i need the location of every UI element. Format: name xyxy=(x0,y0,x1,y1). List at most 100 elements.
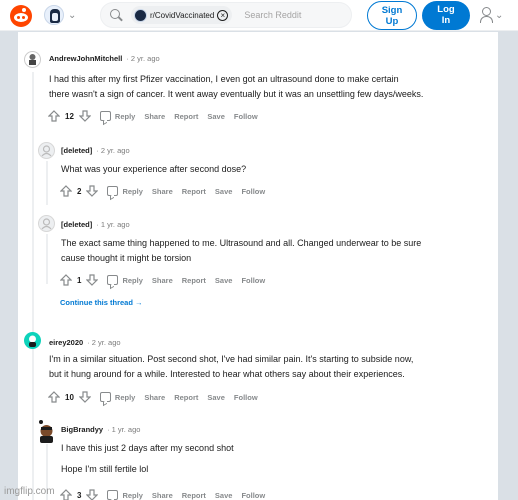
comment-body: The exact same thing happened to me. Ult… xyxy=(61,236,421,266)
comment-username[interactable]: eirey2020 xyxy=(49,338,83,347)
comment-username[interactable]: [deleted] xyxy=(61,220,92,229)
save-button[interactable]: Save xyxy=(207,393,225,402)
chevron-down-icon: ⌄ xyxy=(495,9,504,21)
community-avatar xyxy=(44,5,64,25)
search-icon xyxy=(109,8,123,22)
comment-actions: 3 Reply Share Report Save Follow xyxy=(60,489,265,500)
save-button[interactable]: Save xyxy=(215,276,233,285)
thread-line[interactable] xyxy=(32,352,34,500)
avatar[interactable] xyxy=(24,51,41,68)
comment-actions: 10 Reply Share Report Save Follow xyxy=(48,391,258,403)
comment-body: I have this just 2 days after my second … xyxy=(61,441,234,477)
sign-up-label-line2: Up xyxy=(385,16,399,27)
comment-text-line: I'm in a similar situation. Post second … xyxy=(49,354,414,364)
community-switcher[interactable]: ⌄ xyxy=(44,4,104,26)
follow-button[interactable]: Follow xyxy=(241,491,265,500)
reply-button[interactable]: Reply xyxy=(107,186,143,196)
comment-timestamp[interactable]: · 1 yr. ago xyxy=(96,220,129,229)
avatar[interactable] xyxy=(38,215,55,232)
chevron-down-icon: ⌄ xyxy=(68,9,77,21)
top-header: ⌄ r/CovidVaccinated × Search Reddit Sign… xyxy=(0,0,518,31)
follow-button[interactable]: Follow xyxy=(234,393,258,402)
thread-line[interactable] xyxy=(46,234,48,284)
share-button[interactable]: Share xyxy=(144,112,165,121)
comments-panel: AndrewJohnMitchell · 2 yr. ago I had thi… xyxy=(18,32,498,500)
upvote-icon[interactable] xyxy=(60,489,72,500)
sign-up-button[interactable]: Sign Up xyxy=(367,1,417,30)
continue-thread-link[interactable]: Continue this thread → xyxy=(60,298,143,307)
community-avatar xyxy=(134,8,147,22)
vote-score: 12 xyxy=(65,111,74,121)
reply-label: Reply xyxy=(114,111,136,121)
vote-score: 1 xyxy=(77,275,82,285)
report-button[interactable]: Report xyxy=(182,276,206,285)
comment-body: What was your experience after second do… xyxy=(61,162,246,177)
comment-body: I had this after my first Pfizer vaccina… xyxy=(49,72,423,102)
comment-text-line: Hope I'm still fertile lol xyxy=(61,464,149,474)
comment-actions: 1 Reply Share Report Save Follow xyxy=(60,274,265,286)
reply-label: Reply xyxy=(122,490,143,500)
scrollbar[interactable] xyxy=(508,32,518,500)
downvote-icon[interactable] xyxy=(86,274,99,286)
avatar[interactable] xyxy=(38,142,55,159)
subreddit-filter-label: r/CovidVaccinated xyxy=(150,10,215,20)
reply-button[interactable]: Reply xyxy=(107,275,143,285)
vote-score: 3 xyxy=(77,490,82,500)
save-button[interactable]: Save xyxy=(215,491,233,500)
reddit-logo-icon[interactable] xyxy=(10,5,32,27)
search-input[interactable]: Search Reddit xyxy=(244,10,301,20)
comment-username[interactable]: AndrewJohnMitchell xyxy=(49,54,122,63)
vote-score: 10 xyxy=(65,392,74,402)
comment-text-line: but it hung around for a while. Interest… xyxy=(49,369,405,379)
report-button[interactable]: Report xyxy=(182,491,206,500)
report-button[interactable]: Report xyxy=(174,393,198,402)
log-in-button[interactable]: Log In xyxy=(422,1,470,30)
follow-button[interactable]: Follow xyxy=(234,112,258,121)
thread-line[interactable] xyxy=(46,161,48,205)
follow-button[interactable]: Follow xyxy=(241,187,265,196)
reply-icon xyxy=(107,275,119,285)
share-button[interactable]: Share xyxy=(144,393,165,402)
comment-username[interactable]: BigBrandyy xyxy=(61,425,103,434)
reply-icon xyxy=(99,111,111,121)
log-in-label-line1: Log xyxy=(437,4,455,15)
watermark: imgflip.com xyxy=(4,486,55,497)
report-button[interactable]: Report xyxy=(182,187,206,196)
vote-score: 2 xyxy=(77,186,82,196)
thread-line[interactable] xyxy=(32,72,34,362)
save-button[interactable]: Save xyxy=(207,112,225,121)
reply-label: Reply xyxy=(114,392,136,402)
avatar[interactable] xyxy=(24,332,41,349)
downvote-icon[interactable] xyxy=(86,489,99,500)
comment-timestamp[interactable]: · 2 yr. ago xyxy=(126,54,159,63)
close-icon[interactable]: × xyxy=(217,9,229,21)
user-menu-button[interactable]: ⌄ xyxy=(479,7,503,23)
comment-username[interactable]: [deleted] xyxy=(61,146,92,155)
reply-button[interactable]: Reply xyxy=(99,392,136,402)
upvote-icon[interactable] xyxy=(48,391,60,403)
report-button[interactable]: Report xyxy=(174,112,198,121)
comment-text-line: I had this after my first Pfizer vaccina… xyxy=(49,74,399,84)
share-button[interactable]: Share xyxy=(152,276,173,285)
share-button[interactable]: Share xyxy=(152,187,173,196)
reply-button[interactable]: Reply xyxy=(107,490,143,500)
comment-timestamp[interactable]: · 2 yr. ago xyxy=(96,146,129,155)
avatar[interactable] xyxy=(37,419,56,443)
reply-icon xyxy=(107,186,119,196)
comment-text-line: cause thought it might be torsion xyxy=(61,253,192,263)
comment-timestamp[interactable]: · 1 yr. ago xyxy=(107,425,140,434)
upvote-icon[interactable] xyxy=(60,185,72,197)
downvote-icon[interactable] xyxy=(78,110,91,122)
share-button[interactable]: Share xyxy=(152,491,173,500)
follow-button[interactable]: Follow xyxy=(241,276,265,285)
save-button[interactable]: Save xyxy=(215,187,233,196)
upvote-icon[interactable] xyxy=(60,274,72,286)
reply-icon xyxy=(107,490,119,500)
comment-actions: 12 Reply Share Report Save Follow xyxy=(48,110,258,122)
reply-button[interactable]: Reply xyxy=(99,111,136,121)
downvote-icon[interactable] xyxy=(86,185,99,197)
upvote-icon[interactable] xyxy=(48,110,60,122)
comment-timestamp[interactable]: · 2 yr. ago xyxy=(87,338,120,347)
downvote-icon[interactable] xyxy=(78,391,91,403)
search-bar[interactable]: r/CovidVaccinated × Search Reddit xyxy=(100,2,352,28)
